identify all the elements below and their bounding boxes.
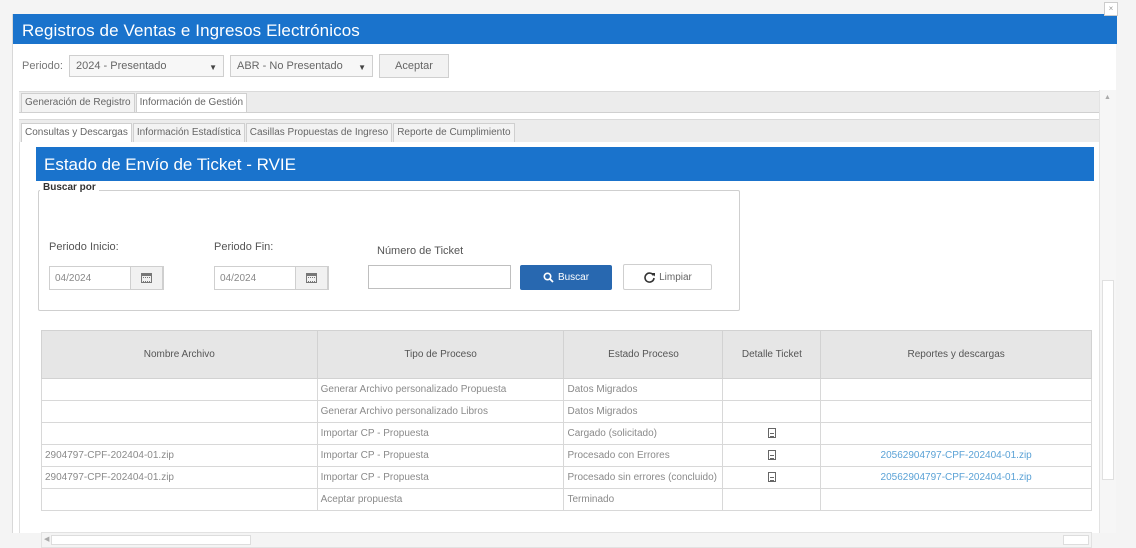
cell-nombre-archivo <box>41 488 318 511</box>
cell-detalle-ticket[interactable] <box>722 444 822 467</box>
document-icon[interactable] <box>767 472 776 483</box>
cell-estado-proceso: Procesado con Errores <box>563 444 724 467</box>
table-row: Aceptar propuesta Terminado <box>41 488 1092 511</box>
tab-consultas-descargas[interactable]: Consultas y Descargas <box>21 123 132 142</box>
cell-tipo-proceso: Generar Archivo personalizado Propuesta <box>316 378 565 401</box>
document-icon[interactable] <box>767 428 776 439</box>
scrollbar-thumb[interactable] <box>1102 280 1114 480</box>
cell-estado-proceso: Cargado (solicitado) <box>563 422 724 445</box>
cell-nombre-archivo: 2904797-CPF-202404-01.zip <box>41 466 318 489</box>
cell-detalle-ticket[interactable] <box>722 422 822 445</box>
column-header: Reportes y descargas <box>820 330 1092 379</box>
cell-nombre-archivo: 2904797-CPF-202404-01.zip <box>41 444 318 467</box>
app-window: Registros de Ventas e Ingresos Electróni… <box>12 2 1118 548</box>
cell-reporte-descarga <box>820 400 1092 423</box>
search-legend: Buscar por <box>40 182 99 193</box>
scroll-right-button[interactable] <box>1063 535 1089 545</box>
column-header: Estado Proceso <box>563 330 724 379</box>
scroll-up-icon[interactable]: ▲ <box>1104 94 1111 101</box>
vertical-scrollbar[interactable]: ▲ <box>1099 90 1116 533</box>
calendar-button[interactable] <box>295 266 328 290</box>
fin-date-field[interactable]: 04/2024 <box>214 266 329 290</box>
cell-estado-proceso: Procesado sin errores (concluido) <box>563 466 724 489</box>
table-row: Importar CP - Propuesta Cargado (solicita… <box>41 422 1092 445</box>
content-panel: Estado de Envío de Ticket - RVIE Buscar … <box>19 142 1099 548</box>
cell-detalle-ticket[interactable] <box>722 466 822 489</box>
main-tabs: Generación de Registro Información de Ge… <box>19 91 1099 113</box>
ticket-label: Número de Ticket <box>377 245 464 257</box>
cell-estado-proceso: Terminado <box>563 488 724 511</box>
cell-reporte-descarga <box>820 422 1092 445</box>
accept-button[interactable]: Aceptar <box>378 54 449 78</box>
column-header: Tipo de Proceso <box>316 330 565 379</box>
month-select[interactable]: ABR - No Presentado ▼ <box>229 55 373 77</box>
cell-tipo-proceso: Generar Archivo personalizado Libros <box>316 400 565 423</box>
cell-estado-proceso: Datos Migrados <box>563 378 724 401</box>
ticket-input[interactable] <box>368 265 511 289</box>
calendar-button[interactable] <box>130 266 163 290</box>
periodo-label: Periodo: <box>22 60 63 72</box>
cell-estado-proceso: Datos Migrados <box>563 400 724 423</box>
search-icon <box>543 272 554 283</box>
year-select[interactable]: 2024 - Presentado ▼ <box>68 55 224 77</box>
tab-generacion-registro[interactable]: Generación de Registro <box>21 93 135 112</box>
sub-tabs: Consultas y Descargas Información Estadí… <box>19 119 1099 142</box>
document-icon[interactable] <box>767 450 776 461</box>
section-title: Estado de Envío de Ticket - RVIE <box>36 147 1094 181</box>
table-row: Generar Archivo personalizado Libros Dato… <box>41 400 1092 423</box>
tickets-table: Nombre Archivo Tipo de Proceso Estado Pr… <box>41 330 1092 511</box>
table-header-row: Nombre Archivo Tipo de Proceso Estado Pr… <box>41 330 1092 379</box>
calendar-icon <box>306 273 317 283</box>
period-filter: Periodo: 2024 - Presentado ▼ ABR - No Pr… <box>22 53 449 79</box>
calendar-icon <box>141 273 152 283</box>
cell-reporte-descarga[interactable]: 20562904797-CPF-202404-01.zip <box>820 466 1092 489</box>
close-icon[interactable]: × <box>1104 2 1118 16</box>
cell-detalle-ticket <box>722 378 822 401</box>
clear-button[interactable]: Limpiar <box>623 264 712 290</box>
search-button[interactable]: Buscar <box>520 265 612 290</box>
inicio-date-field[interactable]: 04/2024 <box>49 266 164 290</box>
cell-tipo-proceso: Importar CP - Propuesta <box>316 466 565 489</box>
window-title: Registros de Ventas e Ingresos Electróni… <box>13 14 1117 44</box>
cell-nombre-archivo <box>41 422 318 445</box>
tab-casillas-propuestas[interactable]: Casillas Propuestas de Ingreso <box>245 123 393 142</box>
column-header: Detalle Ticket <box>722 330 822 379</box>
chevron-down-icon: ▼ <box>358 63 366 72</box>
cell-reporte-descarga <box>820 378 1092 401</box>
table-row: 2904797-CPF-202404-01.zip Importar CP - P… <box>41 444 1092 467</box>
cell-detalle-ticket <box>722 488 822 511</box>
cell-tipo-proceso: Importar CP - Propuesta <box>316 422 565 445</box>
column-header: Nombre Archivo <box>41 330 318 379</box>
cell-reporte-descarga[interactable]: 20562904797-CPF-202404-01.zip <box>820 444 1092 467</box>
tab-reporte-cumplimiento[interactable]: Reporte de Cumplimiento <box>393 123 515 142</box>
chevron-down-icon: ▼ <box>209 63 217 72</box>
cell-nombre-archivo <box>41 378 318 401</box>
cell-nombre-archivo <box>41 400 318 423</box>
inicio-label: Periodo Inicio: <box>49 241 119 253</box>
refresh-icon <box>644 271 656 283</box>
cell-tipo-proceso: Importar CP - Propuesta <box>316 444 565 467</box>
table-row: 2904797-CPF-202404-01.zip Importar CP - P… <box>41 466 1092 489</box>
cell-reporte-descarga <box>820 488 1092 511</box>
tab-informacion-gestion[interactable]: Información de Gestión <box>135 93 248 112</box>
horizontal-scrollbar[interactable]: ◀ <box>41 532 1092 548</box>
tab-informacion-estadistica[interactable]: Información Estadística <box>132 123 245 142</box>
cell-tipo-proceso: Aceptar propuesta <box>316 488 565 511</box>
scroll-left-icon[interactable]: ◀ <box>44 535 49 543</box>
table-row: Generar Archivo personalizado Propuesta D… <box>41 378 1092 401</box>
cell-detalle-ticket <box>722 400 822 423</box>
fin-label: Periodo Fin: <box>214 241 274 253</box>
scrollbar-thumb[interactable] <box>51 535 251 545</box>
